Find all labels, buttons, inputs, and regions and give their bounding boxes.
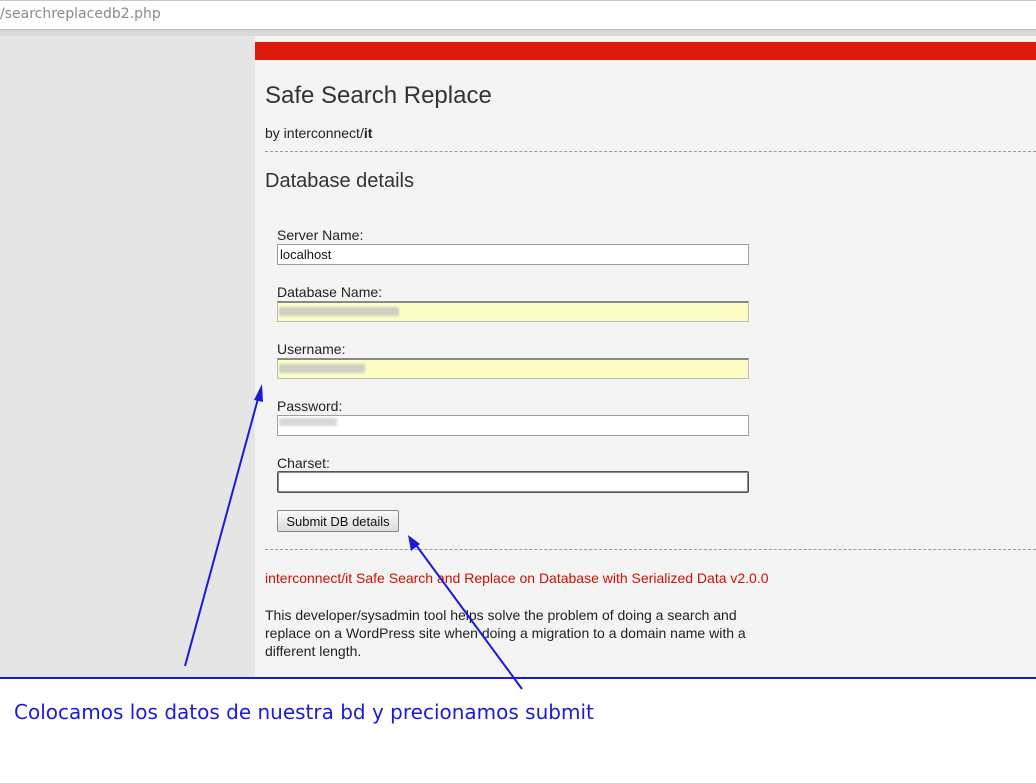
arrow-to-submit-line bbox=[415, 544, 523, 690]
arrow-to-form-line bbox=[184, 394, 260, 667]
annotation-arrows bbox=[184, 384, 523, 690]
arrow-to-form-head bbox=[254, 384, 263, 402]
